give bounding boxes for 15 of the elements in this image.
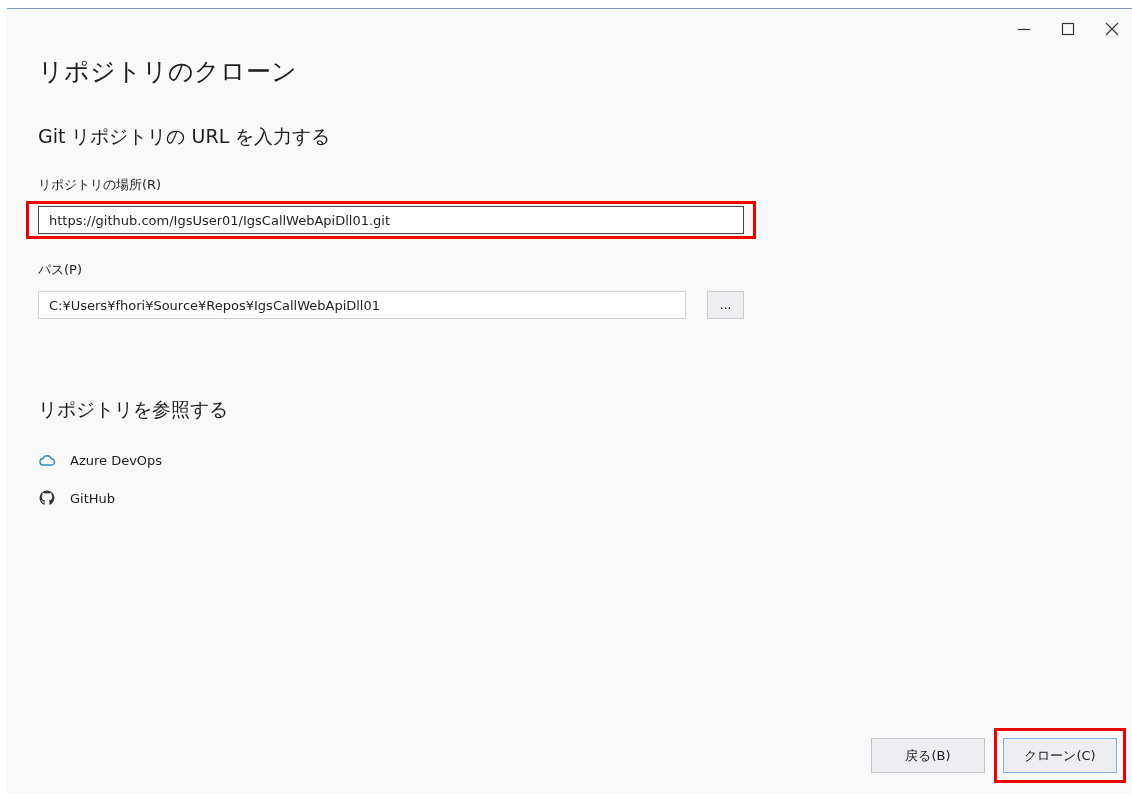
browse-button[interactable]: ... [707,291,744,319]
url-field[interactable]: https://github.com/IgsUser01/IgsCallWebApiDll01.git [38,206,744,234]
maximize-icon[interactable] [1060,21,1076,37]
field-label: リポジトリの場所(R) [38,176,163,194]
section-heading: Git リポジトリの URL を入力する [38,124,332,149]
window-title: リポジトリのクローン [38,56,298,88]
back-button[interactable]: 戻る(B) [871,738,985,773]
field-label: パス(P) [38,261,83,279]
path-field[interactable]: C:¥Users¥fhori¥Source¥Repos¥IgsCallWebApiDll01 [38,291,687,319]
section-heading: リポジトリを参照する [38,397,229,422]
clone-button[interactable]: クローン(C) [1003,738,1117,773]
github-icon [38,489,56,507]
provider-link[interactable]: Azure DevOps [70,452,163,468]
close-icon[interactable] [1104,21,1120,37]
provider-link[interactable]: GitHub [70,490,116,506]
